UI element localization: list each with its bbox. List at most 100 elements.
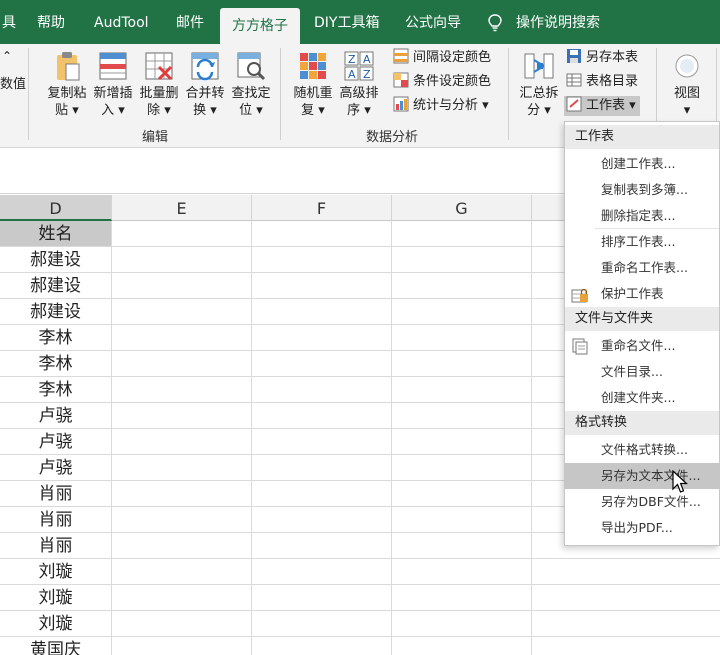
empty-cell[interactable] xyxy=(392,611,532,637)
menu-item[interactable]: 重命名工作表... xyxy=(565,255,719,281)
empty-cell[interactable] xyxy=(392,481,532,507)
empty-cell[interactable] xyxy=(252,455,392,481)
empty-cell[interactable] xyxy=(252,299,392,325)
empty-cell[interactable] xyxy=(392,325,532,351)
name-cell[interactable]: 李林 xyxy=(0,351,112,377)
menu-item[interactable]: 排序工作表... xyxy=(565,229,719,255)
column-header-d[interactable]: D xyxy=(0,195,112,221)
name-cell[interactable]: 郝建设 xyxy=(0,299,112,325)
tab-fangfanggezi[interactable]: 方方格子 xyxy=(220,8,300,44)
name-cell[interactable]: 卢骁 xyxy=(0,403,112,429)
empty-cell[interactable] xyxy=(252,351,392,377)
empty-cell[interactable] xyxy=(252,611,392,637)
empty-cell[interactable] xyxy=(112,481,252,507)
name-cell[interactable]: 刘璇 xyxy=(0,559,112,585)
empty-cell[interactable] xyxy=(112,559,252,585)
name-cell[interactable]: 肖丽 xyxy=(0,481,112,507)
tab-diy-toolbox[interactable]: DIY工具箱 xyxy=(314,0,379,44)
menu-item[interactable]: 创建工作表... xyxy=(565,151,719,177)
empty-cell[interactable] xyxy=(392,403,532,429)
tab-partial[interactable]: 具 xyxy=(2,0,16,44)
menu-item[interactable]: 重命名文件... xyxy=(565,333,719,359)
empty-cell[interactable] xyxy=(392,377,532,403)
empty-cell[interactable] xyxy=(252,481,392,507)
empty-cell[interactable] xyxy=(532,637,720,655)
empty-cell[interactable] xyxy=(392,299,532,325)
column-header-f[interactable]: F xyxy=(252,195,392,221)
menu-item[interactable]: 导出为PDF... xyxy=(565,515,719,541)
tell-me-search[interactable]: 操作说明搜索 xyxy=(516,0,600,44)
empty-cell[interactable] xyxy=(392,273,532,299)
empty-cell[interactable] xyxy=(252,325,392,351)
menu-item[interactable]: 保护工作表 xyxy=(565,281,719,307)
header-cell-name[interactable]: 姓名 xyxy=(0,221,112,247)
worksheet-dropdown-button[interactable]: 工作表 ▾ xyxy=(564,96,640,116)
empty-cell[interactable] xyxy=(112,221,252,247)
condition-color-button[interactable]: 条件设定颜色 xyxy=(393,72,491,92)
empty-cell[interactable] xyxy=(252,637,392,655)
empty-cell[interactable] xyxy=(112,325,252,351)
name-cell[interactable]: 卢骁 xyxy=(0,455,112,481)
menu-item[interactable]: 另存为文本文件... xyxy=(565,463,719,489)
empty-cell[interactable] xyxy=(252,507,392,533)
empty-cell[interactable] xyxy=(252,585,392,611)
empty-cell[interactable] xyxy=(392,455,532,481)
menu-item[interactable]: 文件目录... xyxy=(565,359,719,385)
empty-cell[interactable] xyxy=(392,533,532,559)
empty-cell[interactable] xyxy=(252,429,392,455)
empty-cell[interactable] xyxy=(532,611,720,637)
empty-cell[interactable] xyxy=(112,611,252,637)
empty-cell[interactable] xyxy=(112,429,252,455)
empty-cell[interactable] xyxy=(392,221,532,247)
menu-item[interactable]: 删除指定表... xyxy=(565,203,719,229)
empty-cell[interactable] xyxy=(112,247,252,273)
empty-cell[interactable] xyxy=(252,559,392,585)
stats-analysis-button[interactable]: 统计与分析 ▾ xyxy=(393,96,489,116)
table-directory-button[interactable]: 表格目录 xyxy=(566,72,638,92)
insert-button[interactable]: 新增插 入 ▾ xyxy=(90,50,136,119)
empty-cell[interactable] xyxy=(392,351,532,377)
tab-audtool[interactable]: AudTool xyxy=(94,0,149,44)
name-cell[interactable]: 黄国庆 xyxy=(0,637,112,655)
empty-cell[interactable] xyxy=(112,299,252,325)
find-locate-button[interactable]: 查找定 位 ▾ xyxy=(228,50,274,119)
random-repeat-button[interactable]: 随机重 复 ▾ xyxy=(290,50,336,119)
empty-cell[interactable] xyxy=(252,533,392,559)
advanced-sort-button[interactable]: Z A A Z 高级排 序 ▾ xyxy=(336,50,382,119)
empty-cell[interactable] xyxy=(252,221,392,247)
partial-button[interactable]: ⌃ 数值 xyxy=(0,48,26,93)
empty-cell[interactable] xyxy=(252,377,392,403)
empty-cell[interactable] xyxy=(392,637,532,655)
menu-item[interactable]: 另存为DBF文件... xyxy=(565,489,719,515)
empty-cell[interactable] xyxy=(252,247,392,273)
empty-cell[interactable] xyxy=(112,351,252,377)
empty-cell[interactable] xyxy=(112,533,252,559)
summary-split-button[interactable]: 汇总拆 分 ▾ xyxy=(516,50,562,119)
view-button[interactable]: 视图 ▾ xyxy=(664,50,710,119)
menu-item[interactable]: 文件格式转换... xyxy=(565,437,719,463)
name-cell[interactable]: 肖丽 xyxy=(0,533,112,559)
column-header-g[interactable]: G xyxy=(392,195,532,221)
tab-help[interactable]: 帮助 xyxy=(37,0,65,44)
empty-cell[interactable] xyxy=(112,455,252,481)
empty-cell[interactable] xyxy=(532,559,720,585)
empty-cell[interactable] xyxy=(112,585,252,611)
column-header-e[interactable]: E xyxy=(112,195,252,221)
name-cell[interactable]: 李林 xyxy=(0,325,112,351)
name-cell[interactable]: 卢骁 xyxy=(0,429,112,455)
empty-cell[interactable] xyxy=(392,507,532,533)
empty-cell[interactable] xyxy=(252,273,392,299)
name-cell[interactable]: 刘璇 xyxy=(0,611,112,637)
merge-convert-button[interactable]: 合并转 换 ▾ xyxy=(182,50,228,119)
empty-cell[interactable] xyxy=(112,273,252,299)
empty-cell[interactable] xyxy=(112,377,252,403)
name-cell[interactable]: 李林 xyxy=(0,377,112,403)
name-cell[interactable]: 郝建设 xyxy=(0,273,112,299)
empty-cell[interactable] xyxy=(532,585,720,611)
batch-delete-button[interactable]: 批量删 除 ▾ xyxy=(136,50,182,119)
name-cell[interactable]: 郝建设 xyxy=(0,247,112,273)
empty-cell[interactable] xyxy=(252,403,392,429)
empty-cell[interactable] xyxy=(112,637,252,655)
tab-formula-wizard[interactable]: 公式向导 xyxy=(405,0,461,44)
tab-mail[interactable]: 邮件 xyxy=(176,0,204,44)
